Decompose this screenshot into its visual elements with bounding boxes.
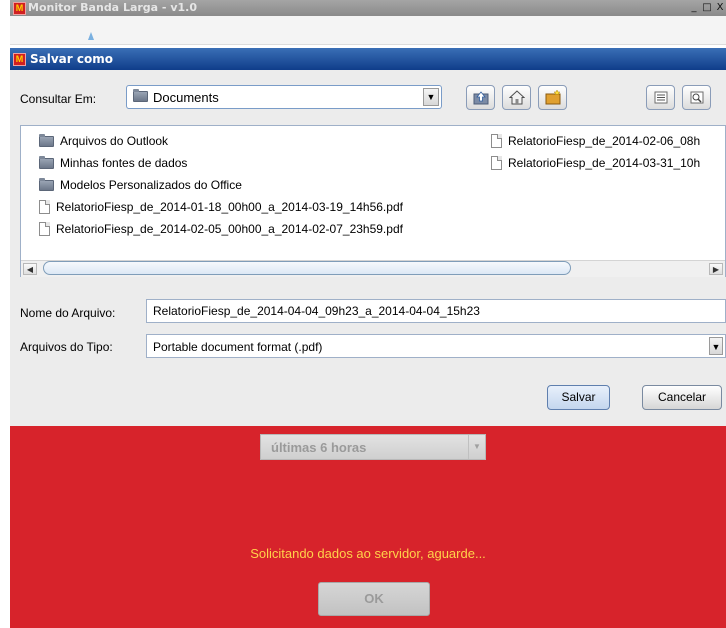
list-item[interactable]: RelatorioFiesp_de_2014-01-18_00h00_a_201…: [39, 196, 403, 218]
file-name-label: Nome do Arquivo:: [20, 306, 116, 320]
chevron-down-icon[interactable]: ▼: [423, 88, 439, 106]
scroll-right-icon[interactable]: ▶: [709, 263, 723, 275]
scrollbar-thumb[interactable]: [43, 261, 571, 275]
ok-button[interactable]: OK: [318, 582, 430, 616]
list-item[interactable]: Arquivos do Outlook: [39, 130, 403, 152]
new-folder-icon: [545, 89, 561, 105]
minimize-button[interactable]: _: [688, 1, 700, 14]
dialog-app-icon: M: [13, 53, 26, 66]
close-button[interactable]: X: [714, 1, 726, 14]
file-type-combobox[interactable]: Portable document format (.pdf) ▼: [146, 334, 726, 358]
status-message: Solicitando dados ao servidor, aguarde..…: [250, 546, 486, 561]
up-one-level-button[interactable]: [466, 85, 495, 110]
period-select-value: últimas 6 horas: [271, 440, 367, 455]
period-select[interactable]: últimas 6 horas ▼: [260, 434, 486, 460]
new-folder-button[interactable]: [538, 85, 567, 110]
window-controls: _ □ X: [688, 1, 726, 15]
save-as-dialog: M Salvar como Consultar Em: Documents ▼: [10, 48, 726, 426]
list-item[interactable]: RelatorioFiesp_de_2014-02-06_08h: [491, 130, 700, 152]
file-icon: [39, 200, 50, 214]
details-view-icon: [689, 90, 705, 105]
file-icon: [491, 156, 502, 170]
dialog-titlebar[interactable]: M Salvar como: [10, 48, 726, 70]
look-in-value: Documents: [153, 90, 219, 105]
list-item[interactable]: RelatorioFiesp_de_2014-03-31_10h: [491, 152, 700, 174]
file-list-column-1: Arquivos do Outlook Minhas fontes de dad…: [39, 130, 403, 240]
details-view-button[interactable]: [682, 85, 711, 110]
look-in-combobox[interactable]: Documents ▼: [126, 85, 442, 109]
file-list[interactable]: Arquivos do Outlook Minhas fontes de dad…: [20, 125, 726, 277]
list-item[interactable]: Modelos Personalizados do Office: [39, 174, 403, 196]
cancel-button[interactable]: Cancelar: [642, 385, 722, 410]
maximize-button[interactable]: □: [701, 1, 713, 14]
look-in-label: Consultar Em:: [20, 92, 97, 106]
chevron-down-icon[interactable]: ▼: [468, 435, 485, 459]
loading-panel: últimas 6 horas ▼ Solicitando dados ao s…: [10, 426, 726, 628]
save-button[interactable]: Salvar: [547, 385, 610, 410]
main-window-toolbar-strip: [10, 16, 726, 45]
chevron-down-icon[interactable]: ▼: [709, 337, 723, 355]
folder-icon: [39, 133, 54, 147]
list-item[interactable]: RelatorioFiesp_de_2014-02-05_00h00_a_201…: [39, 218, 403, 240]
app-logo-icon: M: [13, 2, 26, 15]
file-icon: [39, 222, 50, 236]
list-view-icon: [653, 90, 669, 105]
file-type-label: Arquivos do Tipo:: [20, 340, 113, 354]
home-button[interactable]: [502, 85, 531, 110]
main-window-titlebar[interactable]: M Monitor Banda Larga - v1.0 _ □ X: [10, 0, 726, 16]
up-one-level-icon: [473, 90, 489, 105]
file-name-input[interactable]: RelatorioFiesp_de_2014-04-04_09h23_a_201…: [146, 299, 726, 323]
file-icon: [491, 134, 502, 148]
dialog-title: Salvar como: [30, 52, 113, 66]
file-type-value: Portable document format (.pdf): [153, 340, 323, 354]
file-list-column-2: RelatorioFiesp_de_2014-02-06_08h Relator…: [491, 130, 700, 174]
folder-icon: [133, 89, 148, 102]
list-item[interactable]: Minhas fontes de dados: [39, 152, 403, 174]
folder-icon: [39, 155, 54, 169]
main-window-title: Monitor Banda Larga - v1.0: [28, 1, 197, 14]
home-icon: [508, 90, 526, 105]
list-view-button[interactable]: [646, 85, 675, 110]
folder-icon: [39, 177, 54, 191]
scroll-left-icon[interactable]: ◀: [23, 263, 37, 275]
horizontal-scrollbar[interactable]: ◀ ▶: [21, 260, 725, 277]
tab-marker-icon: [88, 32, 94, 40]
